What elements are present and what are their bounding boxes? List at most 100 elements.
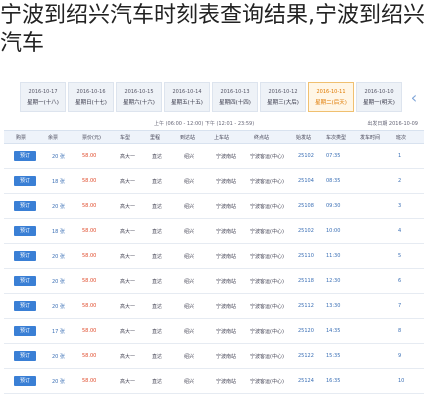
date-tab[interactable]: 2016-10-12 星期三(大后) bbox=[260, 82, 306, 112]
book-button[interactable]: 预订 bbox=[14, 201, 36, 211]
cell-code: 25124 bbox=[298, 378, 314, 384]
cell-board: 宁波南站 bbox=[216, 354, 237, 360]
book-button[interactable]: 预订 bbox=[14, 176, 36, 186]
date-tab[interactable]: 2016-10-14 星期五(十五) bbox=[164, 82, 210, 112]
cell-code: 25108 bbox=[298, 203, 314, 209]
book-button[interactable]: 预订 bbox=[14, 326, 36, 336]
cell-left-tickets: 20 张 bbox=[52, 354, 65, 360]
col-type: 车次类型 bbox=[326, 135, 347, 141]
cell-no: 6 bbox=[398, 278, 402, 284]
cell-board: 宁波南站 bbox=[216, 279, 237, 285]
cell-time: 12:30 bbox=[326, 278, 341, 284]
cell-price: 58.00 bbox=[82, 253, 97, 259]
cell-code: 25102 bbox=[298, 228, 314, 234]
cell-time: 10:00 bbox=[326, 228, 341, 234]
cell-board: 宁波南站 bbox=[216, 379, 237, 385]
cell-arrive: 绍兴 bbox=[184, 304, 195, 310]
cell-time: 07:35 bbox=[326, 153, 341, 159]
table-row: 预订 20 张 58.00 高大一 直达 绍兴 宁波南站 宁波客运(中心) 25122 15:35… bbox=[4, 344, 424, 369]
cell-from: 宁波客运(中心) bbox=[250, 379, 284, 385]
date-tab[interactable]: 2016-10-13 星期四(十四) bbox=[212, 82, 258, 112]
cell-left-tickets: 20 张 bbox=[52, 254, 65, 260]
cell-price: 58.00 bbox=[82, 203, 97, 209]
cell-no: 4 bbox=[398, 228, 402, 234]
cell-time: 11:30 bbox=[326, 253, 341, 259]
cell-from: 宁波客运(中心) bbox=[250, 329, 284, 335]
cell-from: 宁波客运(中心) bbox=[250, 354, 284, 360]
cell-from: 宁波客运(中心) bbox=[250, 279, 284, 285]
cell-arrive: 绍兴 bbox=[184, 179, 195, 185]
cell-no: 8 bbox=[398, 328, 402, 334]
date-tab-date: 2016-10-17 bbox=[28, 89, 58, 95]
cell-model: 高大一 bbox=[120, 329, 136, 335]
cell-model: 高大一 bbox=[120, 354, 136, 360]
book-button[interactable]: 预订 bbox=[14, 151, 36, 161]
filter-bar: 上午 (06:00 - 12:00) 下午 (12:01 - 23:59) 出发… bbox=[4, 118, 424, 130]
cell-time: 14:35 bbox=[326, 328, 341, 334]
cell-code: 25112 bbox=[298, 303, 314, 309]
cell-distance: 直达 bbox=[152, 354, 163, 360]
date-tab[interactable]: 2016-10-17 星期一(十八) bbox=[20, 82, 66, 112]
cell-no: 2 bbox=[398, 178, 402, 184]
cell-board: 宁波南站 bbox=[216, 154, 237, 160]
book-button[interactable]: 预订 bbox=[14, 251, 36, 261]
table-row: 预订 17 张 58.00 高大一 直达 绍兴 宁波南站 宁波客运(中心) 25120 14:35… bbox=[4, 319, 424, 344]
book-button[interactable]: 预订 bbox=[14, 301, 36, 311]
date-tab-date: 2016-10-10 bbox=[364, 89, 394, 95]
cell-code: 25122 bbox=[298, 353, 314, 359]
departure-date-label: 出发日期 2016-10-09 bbox=[367, 121, 418, 127]
date-tab-week: 星期日(十七) bbox=[75, 100, 107, 106]
cell-code: 25102 bbox=[298, 153, 314, 159]
cell-from: 宁波客运(中心) bbox=[250, 254, 284, 260]
cell-code: 25118 bbox=[298, 278, 314, 284]
book-button[interactable]: 预订 bbox=[14, 276, 36, 286]
book-button[interactable]: 预订 bbox=[14, 226, 36, 236]
cell-code: 25104 bbox=[298, 178, 314, 184]
cell-board: 宁波南站 bbox=[216, 254, 237, 260]
cell-code: 25120 bbox=[298, 328, 314, 334]
cell-arrive: 绍兴 bbox=[184, 379, 195, 385]
cell-model: 高大一 bbox=[120, 204, 136, 210]
book-button[interactable]: 预订 bbox=[14, 376, 36, 386]
date-tab-week: 星期三(大后) bbox=[267, 100, 299, 106]
date-tab[interactable]: 2016-10-16 星期日(十七) bbox=[68, 82, 114, 112]
cell-arrive: 绍兴 bbox=[184, 154, 195, 160]
date-tab[interactable]: 2016-10-15 星期六(十六) bbox=[116, 82, 162, 112]
col-book: 购票 bbox=[16, 135, 27, 141]
date-tab-active[interactable]: 2016-10-11 星期二(后天) bbox=[308, 82, 354, 112]
cell-model: 高大一 bbox=[120, 154, 136, 160]
chevron-left-icon[interactable]: ‹ bbox=[406, 86, 422, 110]
cell-board: 宁波南站 bbox=[216, 329, 237, 335]
col-to: 终点站 bbox=[254, 135, 270, 141]
cell-distance: 直达 bbox=[152, 154, 163, 160]
cell-distance: 直达 bbox=[152, 279, 163, 285]
table-row: 预订 20 张 58.00 高大一 直达 绍兴 宁波南站 宁波客运(中心) 25102 07:35… bbox=[4, 144, 424, 169]
cell-price: 58.00 bbox=[82, 153, 97, 159]
cell-left-tickets: 20 张 bbox=[52, 304, 65, 310]
cell-left-tickets: 18 张 bbox=[52, 179, 65, 185]
date-tab-date: 2016-10-13 bbox=[220, 89, 250, 95]
table-row: 预订 20 张 58.00 高大一 直达 绍兴 宁波南站 宁波客运(中心) 25110 11:30… bbox=[4, 244, 424, 269]
col-no: 班次 bbox=[396, 135, 407, 141]
date-selector-bar: ‹ 2016-10-17 星期一(十八) 2016-10-16 星期日(十七) … bbox=[0, 78, 426, 114]
cell-distance: 直达 bbox=[152, 379, 163, 385]
cell-board: 宁波南站 bbox=[216, 229, 237, 235]
cell-distance: 直达 bbox=[152, 254, 163, 260]
time-filter[interactable]: 上午 (06:00 - 12:00) 下午 (12:01 - 23:59) bbox=[154, 118, 254, 130]
cell-no: 7 bbox=[398, 303, 402, 309]
table-header: 购票 余票 票价(元) 车型 里程 到达站 上车站 终点站 始发站 车次类型 发… bbox=[4, 130, 424, 144]
date-tab-date: 2016-10-12 bbox=[268, 89, 298, 95]
cell-arrive: 绍兴 bbox=[184, 354, 195, 360]
date-tab-week: 星期六(十六) bbox=[123, 100, 155, 106]
cell-distance: 直达 bbox=[152, 229, 163, 235]
book-button[interactable]: 预订 bbox=[14, 351, 36, 361]
date-tab-week: 星期二(后天) bbox=[315, 100, 347, 106]
cell-time: 08:35 bbox=[326, 178, 341, 184]
date-tab-date: 2016-10-14 bbox=[172, 89, 202, 95]
date-tab[interactable]: 2016-10-10 星期一(明天) bbox=[356, 82, 402, 112]
cell-distance: 直达 bbox=[152, 329, 163, 335]
cell-no: 9 bbox=[398, 353, 402, 359]
date-tab-week: 星期四(十四) bbox=[219, 100, 251, 106]
cell-no: 10 bbox=[398, 378, 405, 384]
cell-time: 13:30 bbox=[326, 303, 341, 309]
